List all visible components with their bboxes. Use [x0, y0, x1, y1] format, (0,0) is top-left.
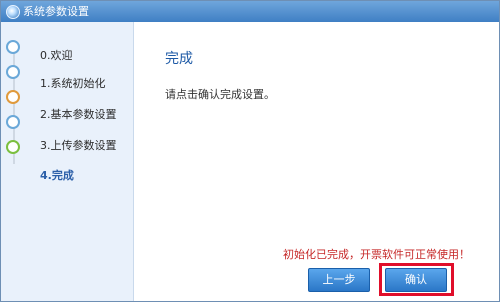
instruction-text: 请点击确认完成设置。 — [165, 88, 275, 101]
completion-notice: 初始化已完成，开票软件可正常使用！ — [283, 248, 470, 261]
title-bar: 系统参数设置 — [1, 1, 499, 22]
confirm-highlight-box — [379, 263, 454, 296]
check-icon — [6, 140, 20, 154]
welcome-icon — [6, 40, 20, 54]
upload-icon — [6, 115, 20, 129]
settings-gear-icon — [6, 65, 20, 79]
step-basic-params[interactable]: 2.基本参数设置 — [40, 106, 117, 122]
page-title: 完成 — [165, 51, 193, 67]
window-title: 系统参数设置 — [23, 5, 89, 18]
step-upload-params[interactable]: 3.上传参数设置 — [40, 137, 117, 153]
system-settings-window: 系统参数设置 0.欢迎 1.系统初始化 2.基本参数设置 3.上传参数设置 4.… — [0, 0, 500, 302]
wizard-sidebar: 0.欢迎 1.系统初始化 2.基本参数设置 3.上传参数设置 4.完成 — [1, 22, 134, 301]
step-system-init[interactable]: 1.系统初始化 — [40, 75, 106, 91]
step-finish[interactable]: 4.完成 — [40, 167, 74, 183]
step-welcome[interactable]: 0.欢迎 — [40, 47, 73, 63]
prev-step-button[interactable]: 上一步 — [308, 268, 370, 292]
app-logo-icon — [6, 5, 20, 19]
user-icon — [6, 90, 20, 104]
